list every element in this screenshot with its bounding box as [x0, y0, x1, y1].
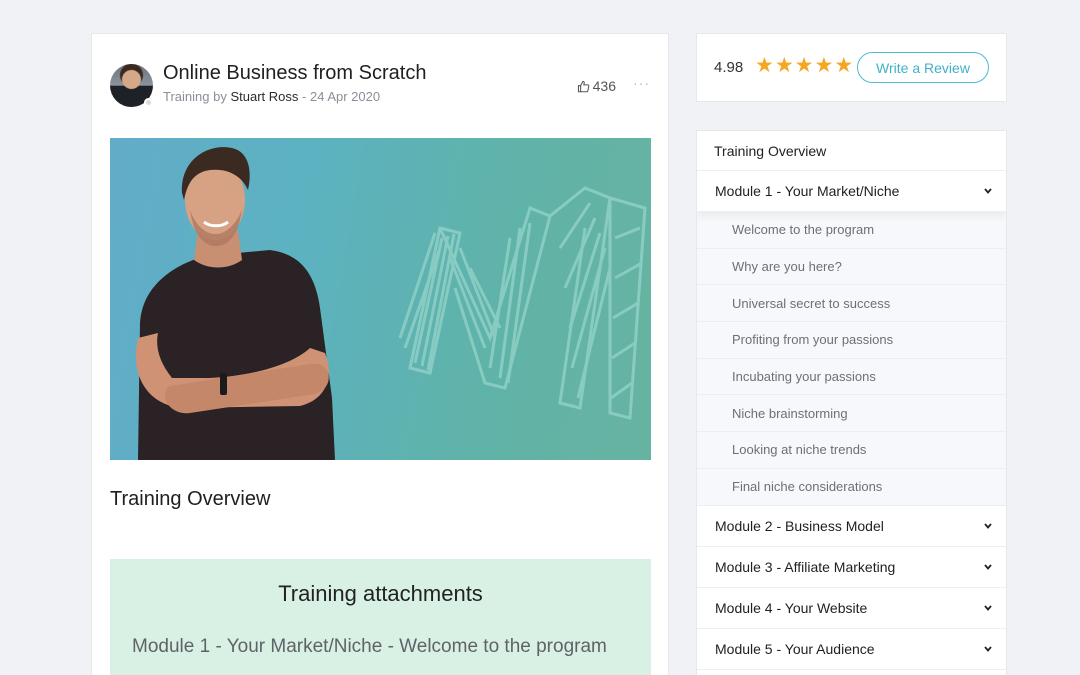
module-label: Module 2 - Business Model: [715, 517, 884, 534]
attachments-panel: Training attachments Module 1 - Your Mar…: [110, 559, 651, 675]
course-card: Online Business from Scratch Training by…: [91, 33, 669, 675]
like-count: 436: [592, 78, 616, 94]
byline-prefix: Training by: [163, 89, 227, 104]
author-link[interactable]: Stuart Ross: [230, 89, 298, 104]
module-1-toggle[interactable]: Module 1 - Your Market/Niche: [697, 171, 1006, 212]
star-icon: ★: [814, 54, 834, 77]
hero-illustration: [135, 147, 647, 460]
like-button[interactable]: 436: [577, 78, 616, 94]
lesson-item[interactable]: Profiting from your passions: [697, 322, 1006, 359]
scribble-logo: [398, 186, 647, 420]
module-label: Module 1 - Your Market/Niche: [715, 183, 900, 199]
star-icon: ★: [834, 54, 854, 77]
attachment-item[interactable]: Module 1 - Your Market/Niche - Welcome t…: [132, 636, 607, 658]
chevron-down-icon: [984, 563, 992, 572]
course-outline-sidebar: Training Overview Module 1 - Your Market…: [696, 130, 1007, 675]
write-review-button[interactable]: Write a Review: [857, 52, 989, 83]
chevron-down-icon: [984, 522, 992, 531]
course-byline: Training by Stuart Ross - 24 Apr 2020: [163, 89, 380, 104]
course-date: 24 Apr 2020: [309, 89, 381, 104]
training-overview-heading: Training Overview: [110, 488, 271, 510]
attachments-title: Training attachments: [278, 581, 483, 606]
lesson-item[interactable]: Niche brainstorming: [697, 395, 1006, 433]
lesson-item[interactable]: Final niche considerations: [697, 468, 1006, 506]
chevron-down-icon: [984, 604, 992, 613]
course-title: Online Business from Scratch: [163, 62, 427, 84]
lesson-item[interactable]: Welcome to the program: [697, 212, 1006, 249]
rating-card: 4.98 ★ ★ ★ ★ ★ Write a Review: [696, 33, 1007, 102]
lesson-item[interactable]: Universal secret to success: [697, 285, 1006, 323]
module-4-toggle[interactable]: Module 4 - Your Website: [697, 587, 1006, 629]
star-icon: ★: [755, 54, 774, 77]
rating-score: 4.98: [714, 59, 744, 76]
instructor-photo: [135, 147, 335, 460]
star-icon: ★: [774, 54, 794, 77]
module-label: Module 3 - Affiliate Marketing: [715, 558, 896, 575]
module-label: Module 5 - Your Audience: [715, 640, 875, 657]
star-icon: ★: [794, 54, 814, 77]
rating-stars: ★ ★ ★ ★ ★: [755, 55, 853, 77]
module-3-toggle[interactable]: Module 3 - Affiliate Marketing: [697, 546, 1006, 588]
more-options-icon[interactable]: ···: [633, 75, 650, 91]
online-status-dot: [144, 98, 153, 107]
sidebar-overview-link[interactable]: Training Overview: [697, 131, 1006, 171]
module-2-toggle[interactable]: Module 2 - Business Model: [697, 505, 1006, 547]
lesson-item[interactable]: Why are you here?: [697, 248, 1006, 286]
course-header: Online Business from Scratch Training by…: [110, 62, 650, 112]
date-separator: -: [302, 89, 307, 104]
module-label: Module 4 - Your Website: [715, 599, 868, 616]
course-hero-image: [110, 138, 651, 460]
chevron-down-icon: [984, 188, 992, 196]
lesson-item[interactable]: Looking at niche trends: [697, 432, 1006, 469]
module-5-toggle[interactable]: Module 5 - Your Audience: [697, 628, 1006, 670]
lesson-item[interactable]: Incubating your passions: [697, 358, 1006, 396]
thumbs-up-icon: [577, 80, 589, 92]
chevron-down-icon: [984, 645, 992, 654]
